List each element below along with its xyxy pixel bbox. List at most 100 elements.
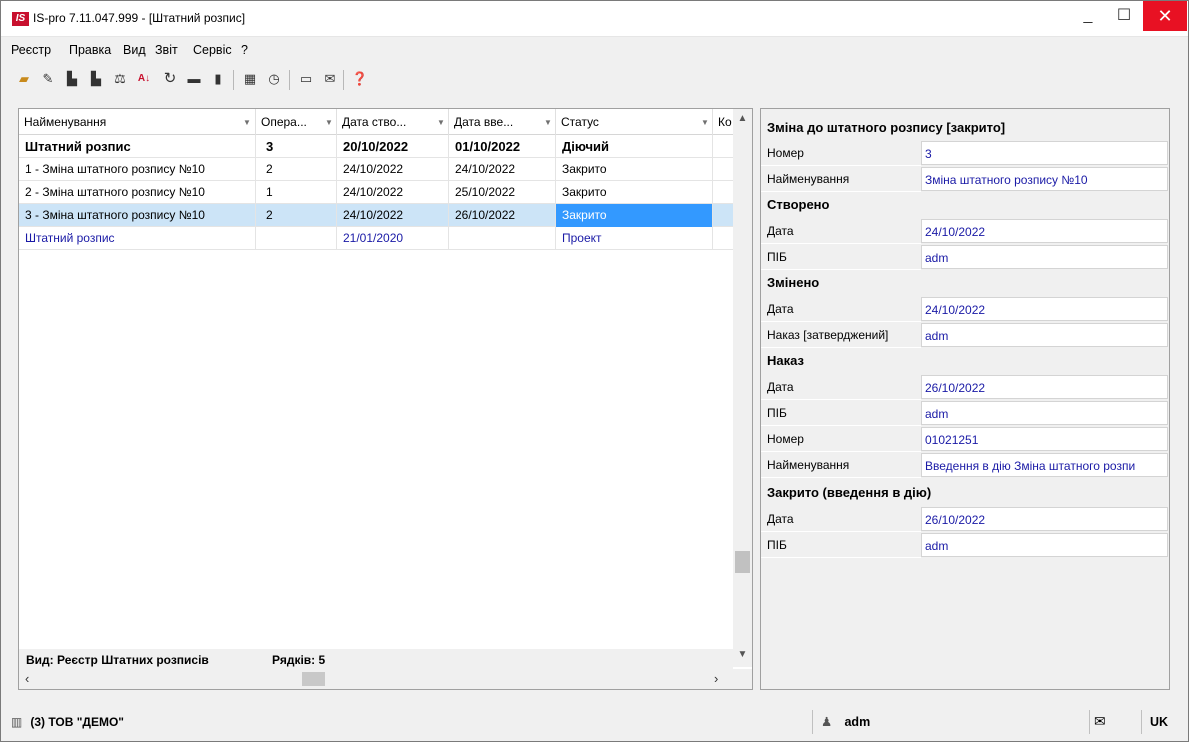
menu-help[interactable]: ? [241, 43, 248, 57]
detail-value-name[interactable]: Зміна штатного розпису №10 [921, 167, 1168, 191]
detail-label: Номер [761, 426, 921, 452]
maximize-button[interactable]: ☐ [1101, 1, 1147, 31]
cell-operation: 3 [256, 135, 337, 158]
cell-status: Закрито [556, 181, 713, 204]
detail-title: Зміна до штатного розпису [закрито] [767, 120, 1006, 135]
detail-value-created-pib[interactable]: adm [921, 245, 1168, 269]
detail-label: ПІБ [761, 244, 921, 270]
filter-icon[interactable]: ▼ [243, 109, 251, 136]
mail-icon[interactable]: ✉ [321, 70, 339, 88]
scale-icon[interactable]: ⚖ [111, 70, 129, 88]
refresh-icon[interactable]: ↻ [161, 70, 179, 88]
detail-label: ПІБ [761, 400, 921, 426]
organization-status[interactable]: ▥ (3) ТОВ "ДЕМО" [11, 710, 811, 734]
detail-row-closed-date: Дата 26/10/2022 [761, 506, 1169, 532]
menu-registry[interactable]: Реєстр [11, 43, 51, 57]
filter-icon[interactable]: ▼ [437, 109, 445, 136]
detail-row-name: Найменування Зміна штатного розпису №10 [761, 166, 1169, 192]
scroll-left-icon[interactable]: ‹ [25, 671, 29, 686]
cell-entered: 25/10/2022 [449, 181, 556, 204]
scroll-right-icon[interactable]: › [714, 671, 718, 686]
horizontal-scrollbar[interactable]: ‹ › [19, 669, 752, 689]
app-logo: IS [12, 12, 29, 26]
sort-icon[interactable]: A↓ [135, 70, 153, 88]
column-header-label: Опера... [261, 115, 307, 129]
section-created: Створено [761, 193, 1169, 217]
cell-name: Штатний розпис [19, 135, 256, 158]
table-row[interactable]: Штатний розпис 3 20/10/2022 01/10/2022 Д… [19, 135, 733, 158]
detail-value-closed-date[interactable]: 26/10/2022 [921, 507, 1168, 531]
detail-value-closed-pib[interactable]: adm [921, 533, 1168, 557]
column-header-count[interactable]: Ко [713, 109, 733, 135]
user-status[interactable]: ♟ adm [812, 710, 1087, 734]
paste-icon[interactable]: ▙ [87, 70, 105, 88]
detail-value-number[interactable]: 3 [921, 141, 1168, 165]
detail-label: Дата [761, 506, 921, 532]
detail-value-changed-order[interactable]: adm [921, 323, 1168, 347]
table-row[interactable]: 1 - Зміна штатного розпису №10 2 24/10/2… [19, 158, 733, 181]
cell-count [713, 204, 733, 227]
copy-icon[interactable]: ▙ [63, 70, 81, 88]
detail-label: Наказ [затверджений] [761, 322, 921, 348]
cell-created: 24/10/2022 [337, 204, 449, 227]
menu-edit[interactable]: Правка [69, 43, 111, 57]
filter-icon[interactable]: ▼ [701, 109, 709, 136]
cell-entered: 26/10/2022 [449, 204, 556, 227]
column-header-status[interactable]: Статус [556, 109, 713, 135]
title-bar[interactable]: IS IS-pro 7.11.047.999 - [Штатний розпис… [1, 1, 1188, 37]
new-doc-icon[interactable]: ✎ [39, 70, 57, 88]
cell-status: Діючий [556, 135, 713, 158]
detail-label: Найменування [761, 166, 921, 192]
registry-grid: Найменування ▼ Опера... ▼ Дата ство... ▼… [18, 108, 753, 690]
detail-value-order-number[interactable]: 01021251 [921, 427, 1168, 451]
grid-header: Найменування ▼ Опера... ▼ Дата ство... ▼… [19, 109, 733, 135]
scroll-thumb[interactable] [302, 672, 325, 686]
book-icon[interactable]: ▮ [209, 70, 227, 88]
detail-row-closed-pib: ПІБ adm [761, 532, 1169, 558]
help-icon[interactable]: ❓ [351, 70, 369, 88]
cell-name: Штатний розпис [19, 227, 256, 250]
cell-entered: 01/10/2022 [449, 135, 556, 158]
table-row[interactable]: 2 - Зміна штатного розпису №10 1 24/10/2… [19, 181, 733, 204]
cell-count [713, 181, 733, 204]
calc-icon[interactable]: ◷ [265, 70, 283, 88]
scroll-down-icon[interactable]: ▼ [733, 649, 752, 660]
menu-view[interactable]: Вид [123, 43, 146, 57]
menu-report[interactable]: Звіт [155, 43, 178, 57]
detail-value-order-date[interactable]: 26/10/2022 [921, 375, 1168, 399]
language-indicator[interactable]: UK [1141, 710, 1185, 734]
detail-value-changed-date[interactable]: 24/10/2022 [921, 297, 1168, 321]
detail-row-order-number: Номер 01021251 [761, 426, 1169, 452]
detail-label: ПІБ [761, 532, 921, 558]
vertical-scrollbar[interactable]: ▲ ▼ [733, 109, 752, 667]
scroll-thumb[interactable] [735, 551, 750, 573]
detail-value-order-pib[interactable]: adm [921, 401, 1168, 425]
menu-service[interactable]: Сервіс [193, 43, 232, 57]
filter-icon[interactable]: ▼ [544, 109, 552, 136]
detail-row-order-name: Найменування Введення в дію Зміна штатно… [761, 452, 1169, 478]
open-folder-icon[interactable]: ▰ [15, 70, 33, 88]
filter-icon[interactable]: ▼ [325, 109, 333, 136]
grid-icon[interactable]: ▦ [241, 70, 259, 88]
mail-status-icon[interactable]: ✉ [1089, 710, 1139, 734]
column-header-entered[interactable]: Дата вве... [449, 109, 556, 135]
cell-created: 20/10/2022 [337, 135, 449, 158]
detail-label: Дата [761, 374, 921, 400]
column-header-label: Найменування [24, 115, 107, 129]
detail-label: Найменування [761, 452, 921, 478]
column-header-created[interactable]: Дата ство... [337, 109, 449, 135]
print-icon[interactable]: ▬ [185, 70, 203, 88]
scroll-up-icon[interactable]: ▲ [733, 113, 752, 124]
column-header-name[interactable]: Найменування [19, 109, 256, 135]
column-header-label: Статус [561, 115, 599, 129]
close-button[interactable]: ✕ [1143, 1, 1187, 31]
detail-value-created-date[interactable]: 24/10/2022 [921, 219, 1168, 243]
column-header-label: Дата вве... [454, 115, 514, 129]
toolbar-separator [343, 70, 344, 90]
form-icon[interactable]: ▭ [297, 70, 315, 88]
detail-row-created-date: Дата 24/10/2022 [761, 218, 1169, 244]
detail-row-order-date: Дата 26/10/2022 [761, 374, 1169, 400]
table-row[interactable]: Штатний розпис 21/01/2020 Проект [19, 227, 733, 250]
table-row-selected[interactable]: 3 - Зміна штатного розпису №10 2 24/10/2… [19, 204, 733, 227]
detail-value-order-name[interactable]: Введення в дію Зміна штатного розпи [921, 453, 1168, 477]
